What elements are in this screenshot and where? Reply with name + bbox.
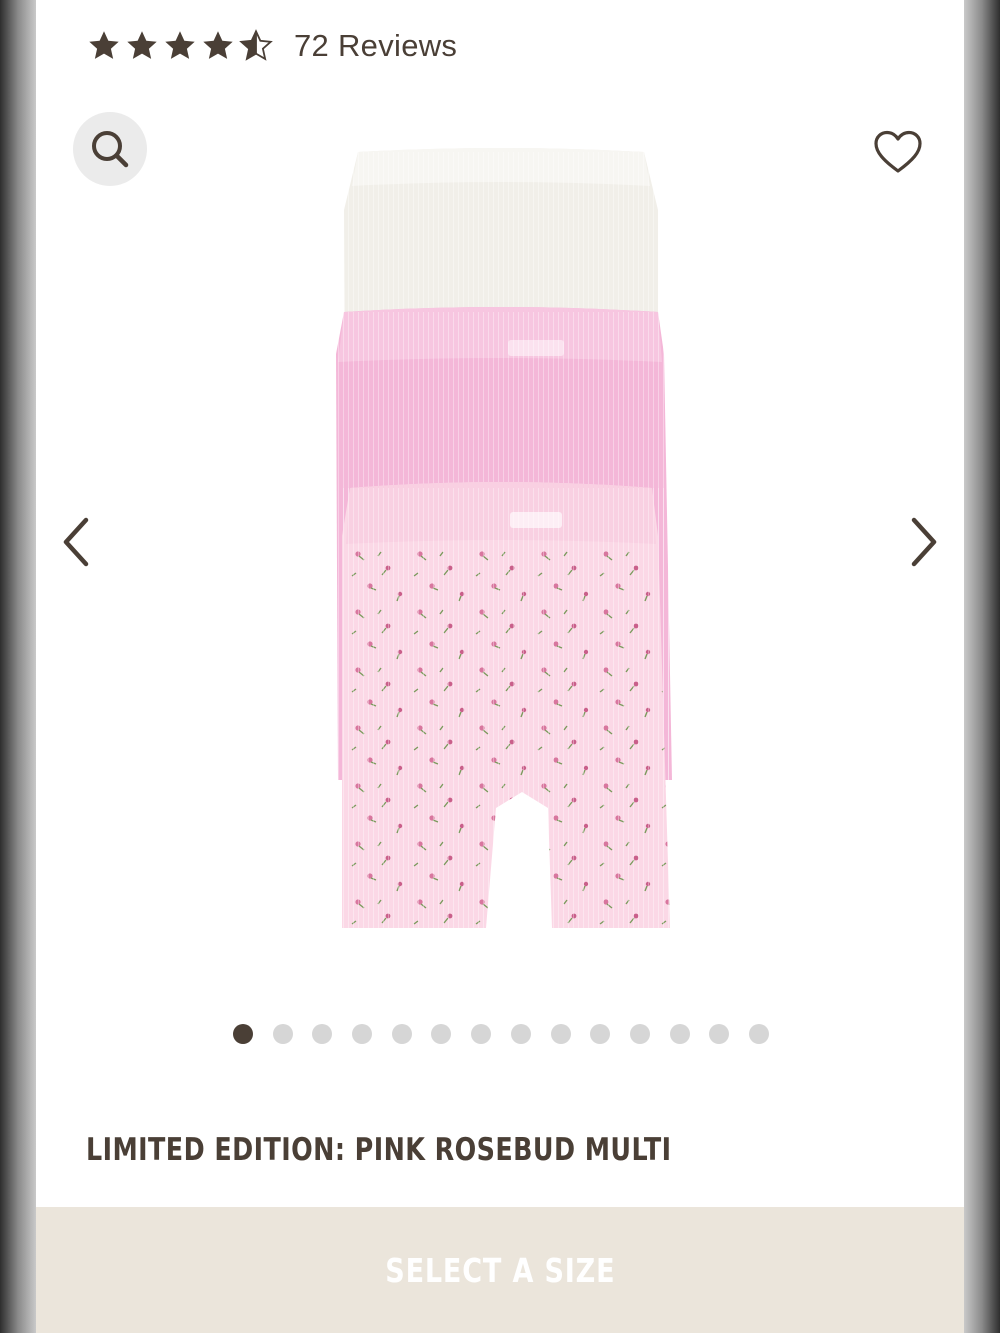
rating-summary[interactable]: 72 Reviews — [86, 24, 457, 68]
pagination-dot[interactable] — [391, 1024, 412, 1044]
star-rating — [86, 28, 274, 64]
select-size-label: SELECT A SIZE — [384, 1250, 616, 1290]
star-icon — [165, 31, 195, 59]
heart-icon — [874, 130, 922, 173]
half-star-icon — [239, 29, 273, 61]
pagination-dot[interactable] — [312, 1024, 333, 1044]
wishlist-button[interactable] — [870, 124, 926, 180]
search-icon — [92, 131, 129, 168]
product-image[interactable] — [286, 140, 716, 940]
product-title: LIMITED EDITION: PINK ROSEBUD MULTI — [86, 1132, 672, 1168]
device-frame: 72 Reviews LIMITED EDITION: PINK ROSEBUD… — [0, 0, 1000, 1333]
chevron-left-icon — [63, 517, 89, 567]
pagination-dot[interactable] — [431, 1024, 452, 1044]
pagination-dot[interactable] — [629, 1024, 650, 1044]
pagination-dot[interactable] — [510, 1024, 531, 1044]
star-icon — [127, 31, 157, 59]
carousel-pagination — [36, 1024, 964, 1048]
pagination-dot[interactable] — [709, 1024, 730, 1044]
select-size-button[interactable]: SELECT A SIZE — [36, 1207, 964, 1333]
product-page: 72 Reviews LIMITED EDITION: PINK ROSEBUD… — [36, 0, 964, 1333]
search-button[interactable] — [73, 112, 147, 186]
carousel-prev-button[interactable] — [46, 512, 106, 572]
carousel-next-button[interactable] — [894, 512, 954, 572]
pagination-dot[interactable] — [272, 1024, 293, 1044]
pagination-dot[interactable] — [352, 1024, 373, 1044]
reviews-count-link[interactable]: 72 Reviews — [294, 28, 457, 64]
star-icon — [203, 31, 233, 59]
chevron-right-icon — [911, 517, 937, 567]
pagination-dot[interactable] — [748, 1024, 769, 1044]
pagination-dot[interactable] — [550, 1024, 571, 1044]
pagination-dot[interactable] — [590, 1024, 611, 1044]
pagination-dot[interactable] — [471, 1024, 492, 1044]
pagination-dot-active[interactable] — [233, 1024, 254, 1044]
star-icon — [89, 31, 119, 59]
pagination-dot[interactable] — [669, 1024, 690, 1044]
